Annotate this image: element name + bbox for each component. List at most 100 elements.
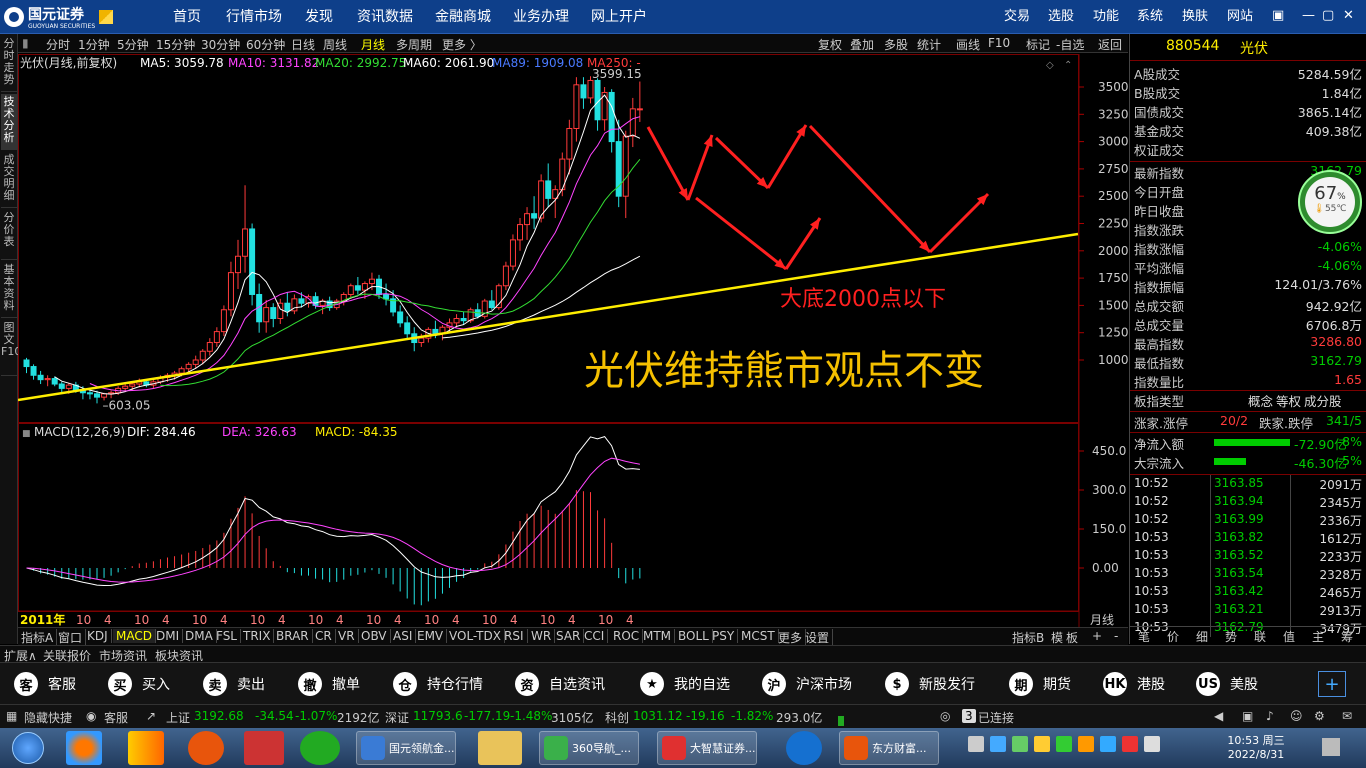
indicator-tab-12[interactable]: ASI — [390, 629, 417, 643]
indicator-tab-19[interactable]: ROC — [610, 629, 644, 643]
top-right-menu-0[interactable]: 交易 — [1004, 0, 1030, 34]
indicator-right-2[interactable]: 板 — [1063, 629, 1081, 646]
wechat-icon[interactable] — [300, 731, 340, 765]
chart-menu-8[interactable]: 返回 — [1098, 36, 1122, 53]
sz-index-2[interactable]: -177.19 — [464, 709, 510, 723]
panel-tab-7[interactable]: 筹 — [1341, 628, 1353, 645]
top-right-menu-2[interactable]: 功能 — [1093, 0, 1119, 34]
folder-icon[interactable] — [478, 731, 522, 765]
sh-index-3[interactable]: -1.07% — [295, 709, 337, 723]
sound-icon[interactable]: ♪ — [1266, 709, 1274, 723]
sz-index-1[interactable]: 11793.6 — [413, 709, 463, 723]
indicator-tab-13[interactable]: EMV — [414, 629, 448, 643]
chart-menu-7[interactable]: -自选 — [1056, 36, 1084, 53]
quick-button-9[interactable]: 期期货 — [1009, 671, 1071, 697]
indicator-tab-2[interactable]: KDJ — [84, 629, 112, 643]
sh-index-4[interactable]: 2192亿 — [337, 709, 380, 726]
period-10[interactable]: 更多 〉 — [442, 36, 482, 53]
quick-button-6[interactable]: ★ 我的自选 — [640, 671, 730, 697]
indicator-tab-15[interactable]: RSI — [501, 629, 528, 643]
chart-menu-6[interactable]: 标记 — [1026, 36, 1050, 53]
chart-menu-4[interactable]: 画线 — [956, 36, 980, 53]
taskbar-app-icon[interactable] — [786, 731, 822, 765]
kline-chart[interactable]: 光伏(月线,前复权) MA5: 3059.78 MA10: 3131.82MA20:… — [18, 54, 1128, 627]
topnav-3[interactable]: 资讯数据 — [357, 0, 413, 34]
chart-menu-3[interactable]: 统计 — [917, 36, 941, 53]
sz-index-4[interactable]: 3105亿 — [551, 709, 594, 726]
user-icon[interactable]: ☺ — [1290, 709, 1303, 723]
clock[interactable]: 10:53 周三 2022/8/31 — [1224, 734, 1288, 762]
period-0[interactable]: 分时 — [46, 36, 70, 53]
indicator-right-3[interactable]: + — [1089, 629, 1105, 643]
quick-button-10[interactable]: HK 港股 — [1103, 671, 1165, 697]
settings-icon[interactable]: ⚙ — [1314, 709, 1325, 723]
indicator-tab-20[interactable]: MTM — [640, 629, 676, 643]
chart-menu-0[interactable]: 复权 — [818, 36, 842, 53]
sh-index-1[interactable]: 3192.68 — [194, 709, 244, 723]
period-7[interactable]: 周线 — [323, 36, 347, 53]
kc-index-3[interactable]: -1.82% — [731, 709, 773, 723]
add-button[interactable]: + — [1318, 671, 1346, 697]
taskbar-app-icon[interactable] — [244, 731, 284, 765]
period-6[interactable]: 日线 — [291, 36, 315, 53]
chart-menu-1[interactable]: 叠加 — [850, 36, 874, 53]
indicator-tab-22[interactable]: PSY — [709, 629, 739, 643]
indicator-tab-9[interactable]: CR — [312, 629, 336, 643]
indicator-tab-21[interactable]: BOLL — [675, 629, 713, 643]
panel-tab-6[interactable]: 主 — [1312, 628, 1324, 645]
indicator-tab-10[interactable]: VR — [335, 629, 359, 643]
indicator-tab-4[interactable]: DMI — [153, 629, 184, 643]
message-icon[interactable]: ✉ — [1342, 709, 1352, 723]
topnav-2[interactable]: 发现 — [305, 0, 333, 34]
quick-button-7[interactable]: 沪沪深市场 — [762, 671, 852, 697]
kc-index-0[interactable]: 科创 — [605, 709, 629, 726]
top-right-menu-1[interactable]: 选股 — [1048, 0, 1074, 34]
indicator-tab-3[interactable]: MACD — [113, 629, 156, 643]
period-5[interactable]: 60分钟 — [246, 36, 285, 53]
period-3[interactable]: 15分钟 — [156, 36, 195, 53]
start-button[interactable] — [8, 731, 48, 765]
indicator-tab-5[interactable]: DMA — [182, 629, 217, 643]
topnav-1[interactable]: 行情市场 — [226, 0, 282, 34]
collapse-icon[interactable]: ▮ — [22, 36, 29, 50]
indicator-right-4[interactable]: - — [1111, 629, 1121, 643]
top-right-menu-5[interactable]: 网站 — [1227, 0, 1253, 34]
sh-index-0[interactable]: 上证 — [166, 709, 190, 726]
diamond-icon[interactable]: ◇ — [1046, 60, 1054, 71]
taskbar-window-2[interactable]: 大智慧证券... — [657, 731, 757, 765]
sz-index-3[interactable]: -1.48% — [510, 709, 552, 723]
left-tab-0[interactable]: 分时走势 — [1, 36, 17, 92]
indicator-tab-8[interactable]: BRAR — [273, 629, 313, 643]
taskbar-app-icon[interactable] — [128, 731, 164, 765]
indicator-tab-6[interactable]: FSL — [213, 629, 241, 643]
panel-tab-4[interactable]: 联 — [1254, 628, 1266, 645]
kc-index-2[interactable]: -19.16 — [686, 709, 725, 723]
indicator-tab-14[interactable]: VOL-TDX — [446, 629, 505, 643]
panel-tab-5[interactable]: 值 — [1283, 628, 1295, 645]
left-tab-3[interactable]: 分价表 — [1, 210, 17, 260]
kc-index-4[interactable]: 293.0亿 — [776, 709, 822, 726]
indicator-tab-23[interactable]: MCST — [738, 629, 779, 643]
hide-shortcut-label[interactable]: 隐藏快捷 — [24, 709, 72, 726]
topnav-6[interactable]: 网上开户 — [591, 0, 647, 34]
indicator-right-0[interactable]: 指标B — [1009, 629, 1047, 646]
indicator-tab-25[interactable]: 设置 — [802, 629, 834, 646]
quick-button-3[interactable]: 撤撤单 — [298, 671, 360, 697]
left-tab-4[interactable]: 基本资料 — [1, 262, 17, 318]
left-tab-1[interactable]: 技术分析 — [1, 94, 17, 150]
taskbar-app-icon[interactable] — [66, 731, 102, 765]
quick-button-4[interactable]: 仓持仓行情 — [393, 671, 483, 697]
sector-tag-2[interactable]: 成分股 — [1304, 391, 1342, 410]
indicator-tab-18[interactable]: CCI — [581, 629, 609, 643]
minimize-icon[interactable]: — — [1302, 8, 1315, 23]
skin-icon[interactable]: ▣ — [1272, 8, 1284, 23]
sector-tag-1[interactable]: 等权 — [1276, 391, 1301, 410]
panel-tab-2[interactable]: 细 — [1196, 628, 1208, 645]
notification-icon[interactable] — [1322, 738, 1340, 756]
service-icon[interactable]: ◉ — [86, 709, 96, 723]
period-8[interactable]: 月线 — [361, 36, 385, 53]
indicator-tab-1[interactable]: 窗口 — [55, 629, 87, 646]
taskbar-window-1[interactable]: 360导航_... — [539, 731, 639, 765]
indicator-tab-11[interactable]: OBV — [358, 629, 391, 643]
period-2[interactable]: 5分钟 — [117, 36, 149, 53]
